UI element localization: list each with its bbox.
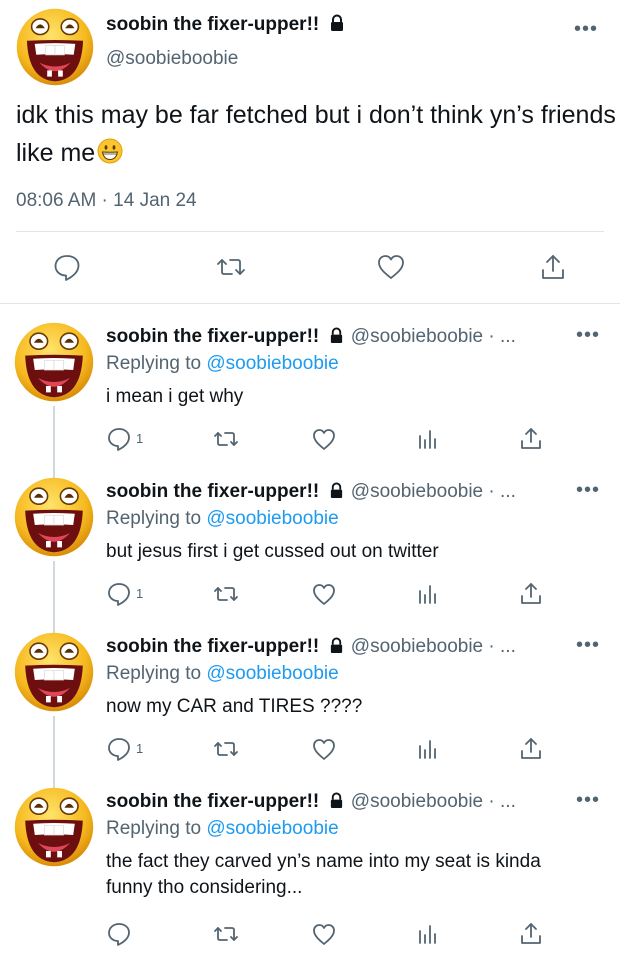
reply-icon[interactable]: [106, 426, 132, 452]
lock-icon: [330, 637, 342, 653]
handle[interactable]: @soobieboobie · ...: [351, 791, 516, 812]
reply-header: soobin the fixer-upper!! @soobieboobie ·…: [106, 481, 516, 503]
replying-to-link[interactable]: @soobieboobie: [206, 663, 338, 684]
retweet-icon[interactable]: [213, 426, 239, 452]
retweet-icon[interactable]: [213, 921, 239, 947]
reply-icon[interactable]: [106, 736, 132, 762]
share-icon[interactable]: [518, 581, 544, 607]
reply-header: soobin the fixer-upper!! @soobieboobie ·…: [106, 636, 516, 658]
display-name[interactable]: soobin the fixer-upper!!: [106, 14, 345, 36]
handle[interactable]: @soobieboobie · ...: [351, 636, 516, 657]
reply-actions-bar: 1: [0, 581, 620, 611]
share-icon[interactable]: [518, 736, 544, 762]
reply-header: soobin the fixer-upper!! @soobieboobie ·…: [106, 791, 516, 813]
tweet-text: idk this may be far fetched but i don’t …: [16, 96, 616, 172]
lock-icon: [330, 14, 343, 31]
reply-text: but jesus first i get cussed out on twit…: [106, 541, 439, 562]
analytics-icon[interactable]: [415, 736, 441, 762]
reply-header: soobin the fixer-upper!! @soobieboobie ·…: [106, 326, 516, 348]
timestamp[interactable]: 08:06 AM · 14 Jan 24: [16, 190, 197, 212]
more-options-icon[interactable]: •••: [576, 634, 600, 657]
more-options-icon[interactable]: •••: [576, 479, 600, 502]
replying-to-link[interactable]: @soobieboobie: [206, 508, 338, 529]
divider: [16, 231, 604, 232]
reply-text: the fact they carved yn’s name into my s…: [106, 851, 541, 898]
reply-count: 1: [136, 741, 144, 756]
replying-to: Replying to @soobieboobie: [106, 818, 339, 840]
lock-icon: [330, 327, 342, 343]
reply-count: 1: [136, 586, 144, 601]
handle[interactable]: @soobieboobie · ...: [351, 326, 516, 347]
like-icon[interactable]: [311, 921, 337, 947]
replying-to-link[interactable]: @soobieboobie: [206, 353, 338, 374]
reply-text: i mean i get why: [106, 386, 244, 407]
avatar[interactable]: [14, 322, 94, 402]
reply-actions-bar: 1: [0, 736, 620, 766]
reply-tweet[interactable]: soobin the fixer-upper!! @soobieboobie ·…: [0, 461, 620, 616]
divider: [0, 303, 620, 304]
lock-icon: [330, 792, 342, 808]
retweet-icon[interactable]: [213, 581, 239, 607]
more-options-icon[interactable]: •••: [576, 324, 600, 347]
grinning-emoji-icon: [97, 138, 123, 164]
reply-tweet[interactable]: soobin the fixer-upper!! @soobieboobie ·…: [0, 306, 620, 461]
share-icon[interactable]: [518, 921, 544, 947]
reply-text: now my CAR and TIRES ????: [106, 696, 363, 717]
reply-tweet[interactable]: soobin the fixer-upper!! @soobieboobie ·…: [0, 771, 620, 960]
like-icon[interactable]: [311, 736, 337, 762]
more-options-icon[interactable]: •••: [574, 18, 598, 41]
reply-count: 1: [136, 431, 144, 446]
replying-to-label: Replying to: [106, 508, 202, 529]
replying-to-label: Replying to: [106, 353, 202, 374]
like-icon[interactable]: [376, 252, 406, 282]
lock-icon: [330, 482, 342, 498]
reply-tweet[interactable]: soobin the fixer-upper!! @soobieboobie ·…: [0, 616, 620, 771]
retweet-icon[interactable]: [213, 736, 239, 762]
replying-to: Replying to @soobieboobie: [106, 663, 339, 685]
more-options-icon[interactable]: •••: [576, 789, 600, 812]
display-name[interactable]: soobin the fixer-upper!!: [106, 791, 319, 812]
analytics-icon[interactable]: [415, 921, 441, 947]
share-icon[interactable]: [538, 252, 568, 282]
handle[interactable]: @soobieboobie · ...: [351, 481, 516, 502]
handle[interactable]: @soobieboobie: [106, 48, 238, 70]
avatar[interactable]: [14, 787, 94, 867]
retweet-icon[interactable]: [216, 252, 246, 282]
avatar[interactable]: [16, 8, 94, 86]
reply-icon[interactable]: [52, 252, 82, 282]
replying-to-label: Replying to: [106, 818, 202, 839]
replying-to: Replying to @soobieboobie: [106, 353, 339, 375]
avatar[interactable]: [14, 632, 94, 712]
reply-icon[interactable]: [106, 921, 132, 947]
display-name[interactable]: soobin the fixer-upper!!: [106, 636, 319, 657]
main-actions-bar: [0, 248, 620, 288]
like-icon[interactable]: [311, 426, 337, 452]
like-icon[interactable]: [311, 581, 337, 607]
reply-actions-bar: 1: [0, 426, 620, 456]
display-name-text: soobin the fixer-upper!!: [106, 14, 320, 35]
analytics-icon[interactable]: [415, 581, 441, 607]
reply-actions-bar: [0, 921, 620, 951]
display-name[interactable]: soobin the fixer-upper!!: [106, 326, 319, 347]
display-name[interactable]: soobin the fixer-upper!!: [106, 481, 319, 502]
reply-icon[interactable]: [106, 581, 132, 607]
avatar[interactable]: [14, 477, 94, 557]
share-icon[interactable]: [518, 426, 544, 452]
replying-to-label: Replying to: [106, 663, 202, 684]
replying-to: Replying to @soobieboobie: [106, 508, 339, 530]
analytics-icon[interactable]: [415, 426, 441, 452]
replying-to-link[interactable]: @soobieboobie: [206, 818, 338, 839]
